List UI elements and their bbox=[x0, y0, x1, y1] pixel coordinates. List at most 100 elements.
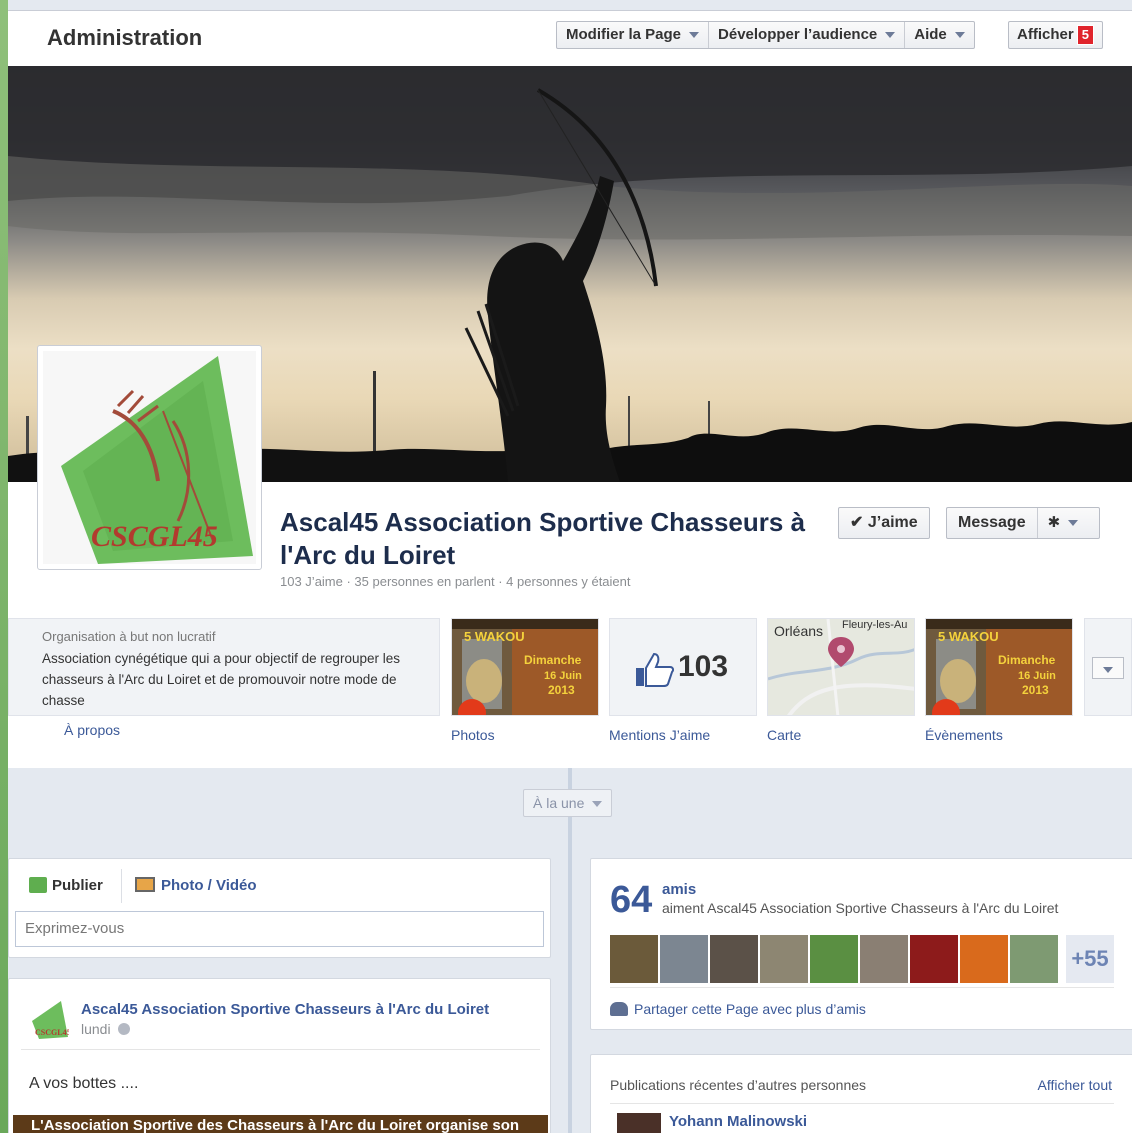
see-all-link[interactable]: Afficher tout bbox=[1038, 1077, 1112, 1093]
message-button-group: Message ✱ bbox=[946, 507, 1100, 539]
svg-text:16 Juin: 16 Juin bbox=[544, 670, 582, 682]
globe-icon bbox=[118, 1023, 131, 1035]
message-button[interactable]: Message bbox=[947, 508, 1038, 538]
share-page-link[interactable]: Partager cette Page avec plus d’amis bbox=[610, 1001, 866, 1017]
status-icon bbox=[29, 877, 47, 893]
post-card: CSCGL45 Ascal45 Association Sportive Cha… bbox=[8, 978, 551, 1133]
recent-posts-title: Publications récentes d’autres personnes bbox=[610, 1077, 867, 1093]
friends-subtitle: aiment Ascal45 Association Sportive Chas… bbox=[662, 900, 1059, 916]
edit-page-button[interactable]: Modifier la Page bbox=[557, 22, 710, 48]
map-link[interactable]: Carte bbox=[767, 727, 801, 743]
post-image-banner[interactable]: L'Association Sportive des Chasseurs à l… bbox=[13, 1115, 548, 1133]
post-author-link[interactable]: Ascal45 Association Sportive Chasseurs à… bbox=[81, 1001, 489, 1018]
recent-author-link[interactable]: Yohann Malinowski bbox=[669, 1113, 807, 1130]
event-poster-thumbnail: 5 WAKOU Dimanche 16 Juin 2013 bbox=[452, 619, 598, 715]
map-city-label: Orléans bbox=[774, 623, 824, 639]
photos-link[interactable]: Photos bbox=[451, 727, 495, 743]
chevron-down-icon bbox=[689, 32, 700, 39]
friend-avatar[interactable] bbox=[1010, 935, 1058, 983]
svg-text:CSCGL45: CSCGL45 bbox=[91, 520, 218, 553]
more-tiles bbox=[1084, 618, 1132, 716]
friends-card: 64 amis aiment Ascal45 Association Sport… bbox=[590, 858, 1132, 1030]
like-button[interactable]: ✔ J’aime bbox=[838, 507, 930, 539]
help-button[interactable]: Aide bbox=[905, 22, 974, 48]
photo-video-tab[interactable]: Photo / Vidéo bbox=[135, 877, 257, 894]
photos-tile[interactable]: 5 WAKOU Dimanche 16 Juin 2013 bbox=[451, 618, 599, 716]
facebook-page: Administration Modifier la Page Développ… bbox=[8, 0, 1132, 1133]
events-tile[interactable]: 5 WAKOU Dimanche 16 Juin 2013 bbox=[925, 618, 1073, 716]
profile-picture[interactable]: CSCGL45 bbox=[37, 345, 262, 570]
chevron-down-icon bbox=[1068, 520, 1079, 527]
likes-link[interactable]: Mentions J’aime bbox=[609, 727, 710, 743]
post-date[interactable]: lundi bbox=[81, 1021, 131, 1037]
chevron-down-icon bbox=[1103, 667, 1113, 674]
svg-text:16 Juin: 16 Juin bbox=[1018, 670, 1056, 682]
timeline-filter-button[interactable]: À la une bbox=[523, 789, 613, 817]
chevron-down-icon bbox=[954, 32, 965, 39]
people-icon bbox=[610, 1002, 628, 1016]
ascal45-logo: CSCGL45 bbox=[61, 356, 253, 564]
friend-avatar[interactable] bbox=[810, 935, 858, 983]
svg-text:CSCGL45: CSCGL45 bbox=[35, 1028, 69, 1037]
friend-avatar[interactable] bbox=[710, 935, 758, 983]
event-poster-thumbnail: 5 WAKOU Dimanche 16 Juin 2013 bbox=[926, 619, 1072, 715]
svg-text:Dimanche: Dimanche bbox=[524, 653, 582, 667]
page-title: Ascal45 Association Sportive Chasseurs à… bbox=[280, 507, 806, 570]
help-label: Aide bbox=[914, 26, 947, 43]
publish-tab[interactable]: Publier bbox=[29, 877, 103, 894]
grow-audience-label: Développer l’audience bbox=[718, 26, 878, 43]
gear-icon: ✱ bbox=[1047, 514, 1061, 531]
about-box[interactable]: Organisation à but non lucratif Associat… bbox=[8, 618, 440, 716]
recent-author-avatar[interactable] bbox=[617, 1113, 661, 1133]
friend-avatar[interactable] bbox=[960, 935, 1008, 983]
publish-label: Publier bbox=[52, 877, 103, 894]
chevron-down-icon bbox=[885, 32, 896, 39]
show-label: Afficher bbox=[1017, 26, 1074, 43]
photo-icon bbox=[135, 877, 155, 892]
status-input[interactable]: Exprimez-vous bbox=[15, 911, 544, 947]
window-edge bbox=[0, 0, 8, 1133]
timeline-spine bbox=[568, 768, 572, 1133]
svg-text:2013: 2013 bbox=[1022, 683, 1049, 697]
edit-page-label: Modifier la Page bbox=[566, 26, 682, 43]
page-category: Organisation à but non lucratif bbox=[42, 629, 216, 644]
map-tile[interactable]: Orléans Fleury-les-Au bbox=[767, 618, 915, 716]
post-text: A vos bottes .... bbox=[29, 1075, 139, 1092]
more-friends-button[interactable]: +55 bbox=[1066, 935, 1114, 983]
friend-avatar[interactable] bbox=[660, 935, 708, 983]
friend-thumbnails bbox=[610, 935, 1058, 983]
admin-bar: Administration Modifier la Page Développ… bbox=[8, 10, 1132, 66]
grow-audience-button[interactable]: Développer l’audience bbox=[709, 22, 906, 48]
svg-text:5 WAKOU: 5 WAKOU bbox=[464, 629, 525, 644]
events-link[interactable]: Évènements bbox=[925, 727, 1003, 743]
friend-avatar[interactable] bbox=[610, 935, 658, 983]
likes-tile[interactable]: 103 bbox=[609, 618, 757, 716]
svg-text:5 WAKOU: 5 WAKOU bbox=[938, 629, 999, 644]
thumbs-up-icon bbox=[636, 652, 674, 687]
settings-dropdown[interactable]: ✱ bbox=[1038, 508, 1089, 538]
timeline-filter-label: À la une bbox=[533, 795, 585, 811]
notification-badge: 5 bbox=[1076, 25, 1094, 45]
likes-count: 103 bbox=[678, 650, 729, 683]
post-date-label: lundi bbox=[81, 1021, 111, 1037]
chevron-down-icon bbox=[592, 801, 603, 808]
share-page-label: Partager cette Page avec plus d’amis bbox=[634, 1001, 866, 1017]
page-description: Association cynégétique qui a pour objec… bbox=[42, 651, 400, 708]
friend-avatar[interactable] bbox=[910, 935, 958, 983]
admin-title: Administration bbox=[47, 25, 203, 50]
photo-video-label: Photo / Vidéo bbox=[161, 877, 257, 894]
show-notifications-button[interactable]: Afficher 5 bbox=[1008, 21, 1103, 49]
recent-posts-card: Publications récentes d’autres personnes… bbox=[590, 1054, 1132, 1133]
about-link[interactable]: À propos bbox=[64, 722, 120, 738]
friend-avatar[interactable] bbox=[760, 935, 808, 983]
page-stats: 103 J’aime · 35 personnes en parlent · 4… bbox=[280, 574, 631, 589]
admin-menu-group: Modifier la Page Développer l’audience A… bbox=[556, 21, 975, 49]
friend-avatar[interactable] bbox=[860, 935, 908, 983]
friends-count: 64 bbox=[610, 879, 653, 921]
friends-unit: amis bbox=[662, 881, 697, 898]
more-tiles-dropdown[interactable] bbox=[1092, 657, 1124, 679]
svg-text:2013: 2013 bbox=[548, 683, 575, 697]
post-author-avatar[interactable]: CSCGL45 bbox=[29, 999, 69, 1039]
svg-text:Dimanche: Dimanche bbox=[998, 653, 1056, 667]
composer: Publier Photo / Vidéo Exprimez-vous bbox=[8, 858, 551, 958]
